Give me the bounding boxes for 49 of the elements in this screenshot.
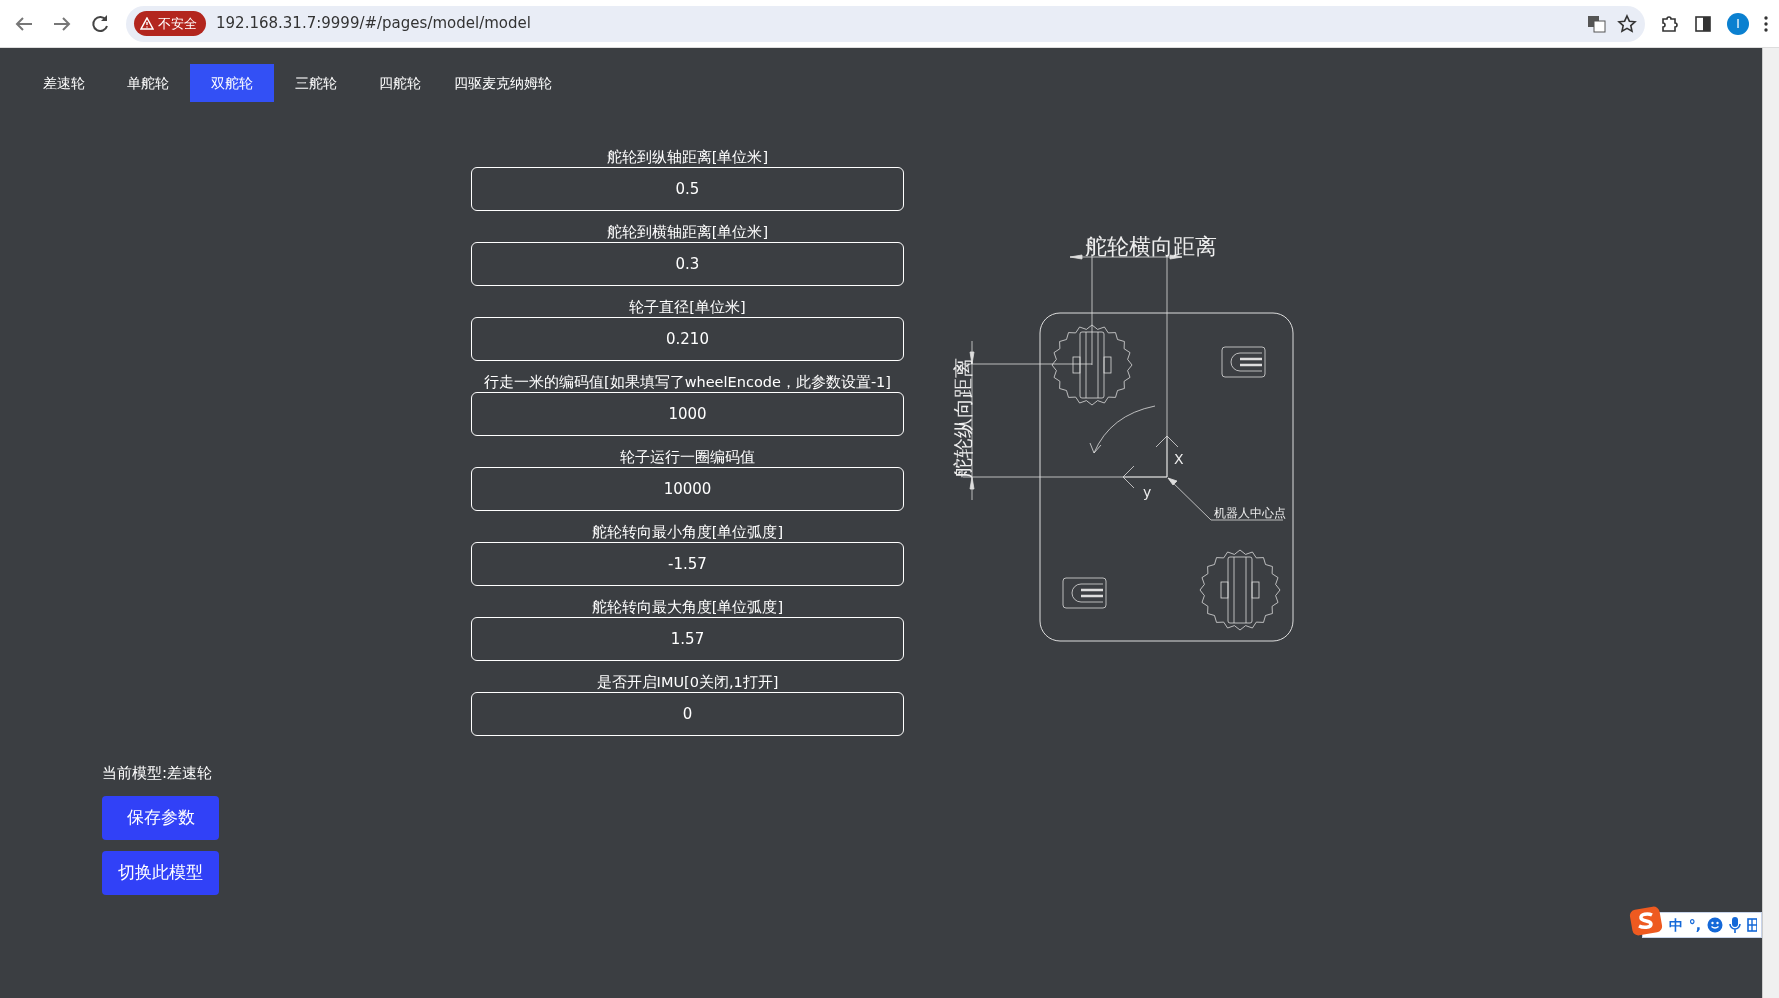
side-panel-icon[interactable] <box>1693 13 1713 34</box>
security-badge[interactable]: 不安全 <box>134 10 206 37</box>
scrollbar[interactable] <box>1762 48 1779 998</box>
keyboard-icon[interactable] <box>1747 917 1757 933</box>
caster-wheel-drawing <box>1221 346 1266 378</box>
ime-logo-icon[interactable] <box>1628 906 1663 936</box>
input-field[interactable]: 0.210 <box>471 317 904 361</box>
model-tab[interactable]: 四驱麦克纳姆轮 <box>442 64 564 102</box>
emoji-icon[interactable] <box>1707 917 1723 933</box>
star-icon[interactable] <box>1617 13 1637 34</box>
translate-icon[interactable] <box>1587 13 1607 34</box>
input-field[interactable]: 1.57 <box>471 617 904 661</box>
input-field[interactable]: 0.5 <box>471 167 904 211</box>
current-model-text: 当前模型:差速轮 <box>102 763 213 784</box>
field-label: 舵轮到纵轴距离[单位米] <box>606 148 769 167</box>
url-text: 192.168.31.7:9999/#/pages/model/model <box>216 13 531 35</box>
action-button[interactable]: 切换此模型 <box>102 850 219 895</box>
field-label: 舵轮转向最大角度[单位弧度] <box>591 598 784 617</box>
model-tab[interactable]: 双舵轮 <box>190 64 274 102</box>
model-tab[interactable]: 单舵轮 <box>106 64 190 102</box>
field-label: 舵轮到横轴距离[单位米] <box>606 223 769 242</box>
axis-label: X <box>1174 451 1184 467</box>
diagram-title: 舵轮横向距离 <box>1085 234 1217 259</box>
address-bar[interactable]: 不安全 192.168.31.7:9999/#/pages/model/model <box>126 5 1645 42</box>
menu-icon[interactable] <box>1763 13 1769 34</box>
field-label: 轮子运行一圈编码值 <box>620 448 755 467</box>
extensions-icon[interactable] <box>1659 13 1679 34</box>
axis-label: y <box>1143 484 1152 500</box>
ime-mode-toggle[interactable]: 中 <box>1668 914 1683 936</box>
field-label: 行走一米的编码值[如果填写了wheelEncode，此参数设置-1] <box>484 373 891 392</box>
punctuation-toggle[interactable]: °, <box>1688 914 1701 936</box>
warning-icon <box>140 17 154 30</box>
input-field[interactable]: 0.3 <box>471 242 904 286</box>
field-label: 轮子直径[单位米] <box>629 298 746 317</box>
microphone-icon[interactable] <box>1729 916 1741 934</box>
input-field[interactable]: -1.57 <box>471 542 904 586</box>
model-tab[interactable]: 四舵轮 <box>358 64 442 102</box>
caster-wheel-drawing <box>1062 577 1107 609</box>
input-field[interactable]: 0 <box>471 692 904 736</box>
model-tab[interactable]: 三舵轮 <box>274 64 358 102</box>
model-tab[interactable]: 差速轮 <box>22 64 106 102</box>
diagram-side-label: 舵轮纵向距离 <box>951 358 975 478</box>
profile-avatar[interactable]: I <box>1727 12 1749 35</box>
field-label: 是否开启IMU[0关闭,1打开] <box>596 673 779 692</box>
action-button[interactable]: 保存参数 <box>102 795 219 840</box>
center-point-label: 机器人中心点 <box>1214 506 1286 520</box>
input-field[interactable]: 10000 <box>471 467 904 511</box>
input-field[interactable]: 1000 <box>471 392 904 436</box>
field-label: 舵轮转向最小角度[单位弧度] <box>591 523 784 542</box>
